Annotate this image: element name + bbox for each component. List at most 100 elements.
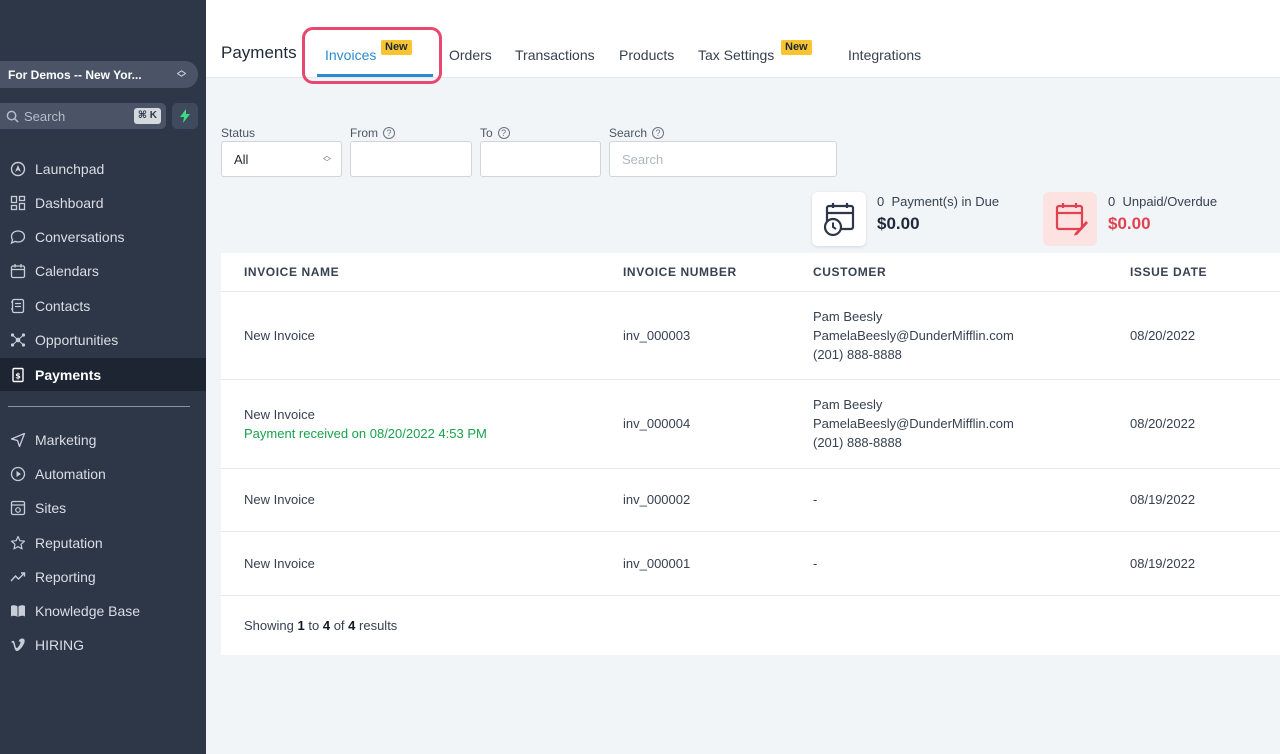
book-icon [9, 602, 27, 620]
status-select[interactable]: All ︿ ﹀ [221, 141, 342, 177]
customer-phone: (201) 888-8888 [813, 347, 902, 362]
contacts-icon [9, 297, 27, 315]
svg-text:$: $ [15, 371, 21, 380]
customer-empty: - [813, 556, 818, 571]
sidebar-item-label: Automation [35, 465, 106, 482]
sidebar-item-sites[interactable]: Sites [0, 491, 206, 524]
column-header[interactable]: INVOICE NAME [244, 265, 339, 279]
search-label: Search? [609, 126, 665, 140]
chevron-updown-icon: ︿ ﹀ [323, 151, 331, 167]
location-switcher[interactable]: For Demos -- New Yor... ︿ ﹀ [0, 61, 198, 88]
sidebar-item-opportunities[interactable]: Opportunities [0, 323, 206, 356]
overdue-label: 0 Unpaid/Overdue [1108, 194, 1218, 209]
sidebar-item-label: Payments [35, 366, 102, 383]
help-icon[interactable]: ? [497, 127, 510, 139]
sidebar-item-label: Dashboard [35, 194, 104, 211]
top-bar: Payments Invoices New Orders Transaction… [206, 0, 1280, 84]
sidebar: For Demos -- New Yor... ︿ ﹀ Search ⌘ K La… [0, 0, 206, 754]
sidebar-item-automation[interactable]: Automation [0, 457, 206, 490]
invoice-number: inv_000004 [623, 416, 691, 431]
to-date-input[interactable] [480, 141, 601, 177]
chat-icon [9, 228, 27, 246]
overdue-amount: $0.00 [1108, 214, 1151, 233]
issue-date: 08/19/2022 [1130, 556, 1196, 571]
search-shortcut: ⌘ K [133, 108, 161, 124]
sidebar-item-reporting[interactable]: Reporting [0, 560, 206, 593]
customer-phone: (201) 888-8888 [813, 435, 902, 450]
issue-date: 08/20/2022 [1130, 328, 1196, 343]
sidebar-item-label: Opportunities [35, 331, 119, 348]
launchpad-icon [9, 160, 27, 178]
row-divider [221, 468, 1280, 469]
automation-icon [9, 465, 27, 483]
issue-date: 08/19/2022 [1130, 492, 1196, 507]
sidebar-item-label: Calendars [35, 262, 99, 279]
help-icon[interactable]: ? [383, 127, 395, 139]
sidebar-item-label: Marketing [35, 431, 97, 448]
sidebar-item-dashboard[interactable]: Dashboard [0, 186, 206, 219]
tab-tax-settings[interactable]: Tax Settings [698, 47, 774, 63]
column-header[interactable]: CUSTOMER [813, 265, 886, 279]
sidebar-search[interactable]: Search ⌘ K [0, 103, 166, 129]
tab-products[interactable]: Products [619, 47, 674, 63]
due-label: 0 Payment(s) in Due [877, 194, 1000, 209]
from-date-input[interactable] [350, 141, 472, 177]
vimeo-icon [9, 636, 27, 654]
invoice-name[interactable]: New Invoice [244, 492, 315, 507]
sidebar-item-conversations[interactable]: Conversations [0, 220, 206, 253]
search-icon [6, 110, 19, 123]
tab-transactions[interactable]: Transactions [515, 47, 595, 63]
sidebar-item-reputation[interactable]: Reputation [0, 526, 206, 559]
chevron-updown-icon: ︿ ﹀ [176, 65, 186, 83]
sidebar-item-label: Reporting [35, 568, 96, 585]
help-icon[interactable]: ? [652, 127, 665, 139]
quick-actions-button[interactable] [172, 103, 198, 129]
invoice-name[interactable]: New Invoice [244, 556, 315, 571]
opportunities-icon [9, 331, 27, 349]
sidebar-item-label: Contacts [35, 297, 91, 314]
sidebar-search-placeholder: Search [24, 108, 66, 124]
sidebar-item-label: Launchpad [35, 160, 105, 177]
new-badge: New [781, 40, 812, 55]
column-header[interactable]: ISSUE DATE [1130, 265, 1207, 279]
sidebar-item-calendars[interactable]: Calendars [0, 254, 206, 287]
sidebar-item-hiring[interactable]: HIRING [0, 628, 206, 661]
invoice-number: inv_000002 [623, 492, 691, 507]
sidebar-item-launchpad[interactable]: Launchpad [0, 152, 206, 185]
status-value: All [234, 151, 249, 167]
invoice-name[interactable]: New Invoice [244, 328, 315, 343]
star-icon [9, 534, 27, 552]
sidebar-item-label: HIRING [35, 636, 84, 653]
search-input[interactable]: Search [609, 141, 837, 177]
sidebar-item-label: Sites [35, 499, 67, 516]
sidebar-item-marketing[interactable]: Marketing [0, 423, 206, 456]
bolt-icon [180, 109, 190, 123]
calendar-icon [9, 262, 27, 280]
overdue-icon [1043, 192, 1097, 246]
row-divider [221, 379, 1280, 380]
row-divider [221, 291, 1280, 292]
invoice-name[interactable]: New Invoice [244, 407, 315, 422]
sidebar-item-label: Knowledge Base [35, 602, 141, 619]
tab-integrations[interactable]: Integrations [848, 47, 921, 63]
dashboard-icon [9, 194, 27, 212]
send-icon [9, 431, 27, 449]
sidebar-item-label: Conversations [35, 228, 125, 245]
sidebar-item-contacts[interactable]: Contacts [0, 289, 206, 322]
customer-email: PamelaBeesly@DunderMifflin.com [813, 328, 1014, 343]
issue-date: 08/20/2022 [1130, 416, 1196, 431]
column-header[interactable]: INVOICE NUMBER [623, 265, 737, 279]
status-label: Status [221, 126, 256, 140]
chart-line-icon [9, 568, 27, 586]
row-divider [221, 595, 1280, 596]
tab-orders[interactable]: Orders [449, 47, 492, 63]
customer-empty: - [813, 492, 818, 507]
customer-name: Pam Beesly [813, 397, 883, 412]
sidebar-item-knowledge-base[interactable]: Knowledge Base [0, 594, 206, 627]
from-label: From? [350, 126, 395, 140]
sites-icon [9, 499, 27, 517]
due-amount: $0.00 [877, 214, 920, 233]
sidebar-item-payments[interactable]: $ Payments [0, 358, 206, 391]
sidebar-item-label: Reputation [35, 534, 103, 551]
highlight-annotation [302, 27, 442, 84]
